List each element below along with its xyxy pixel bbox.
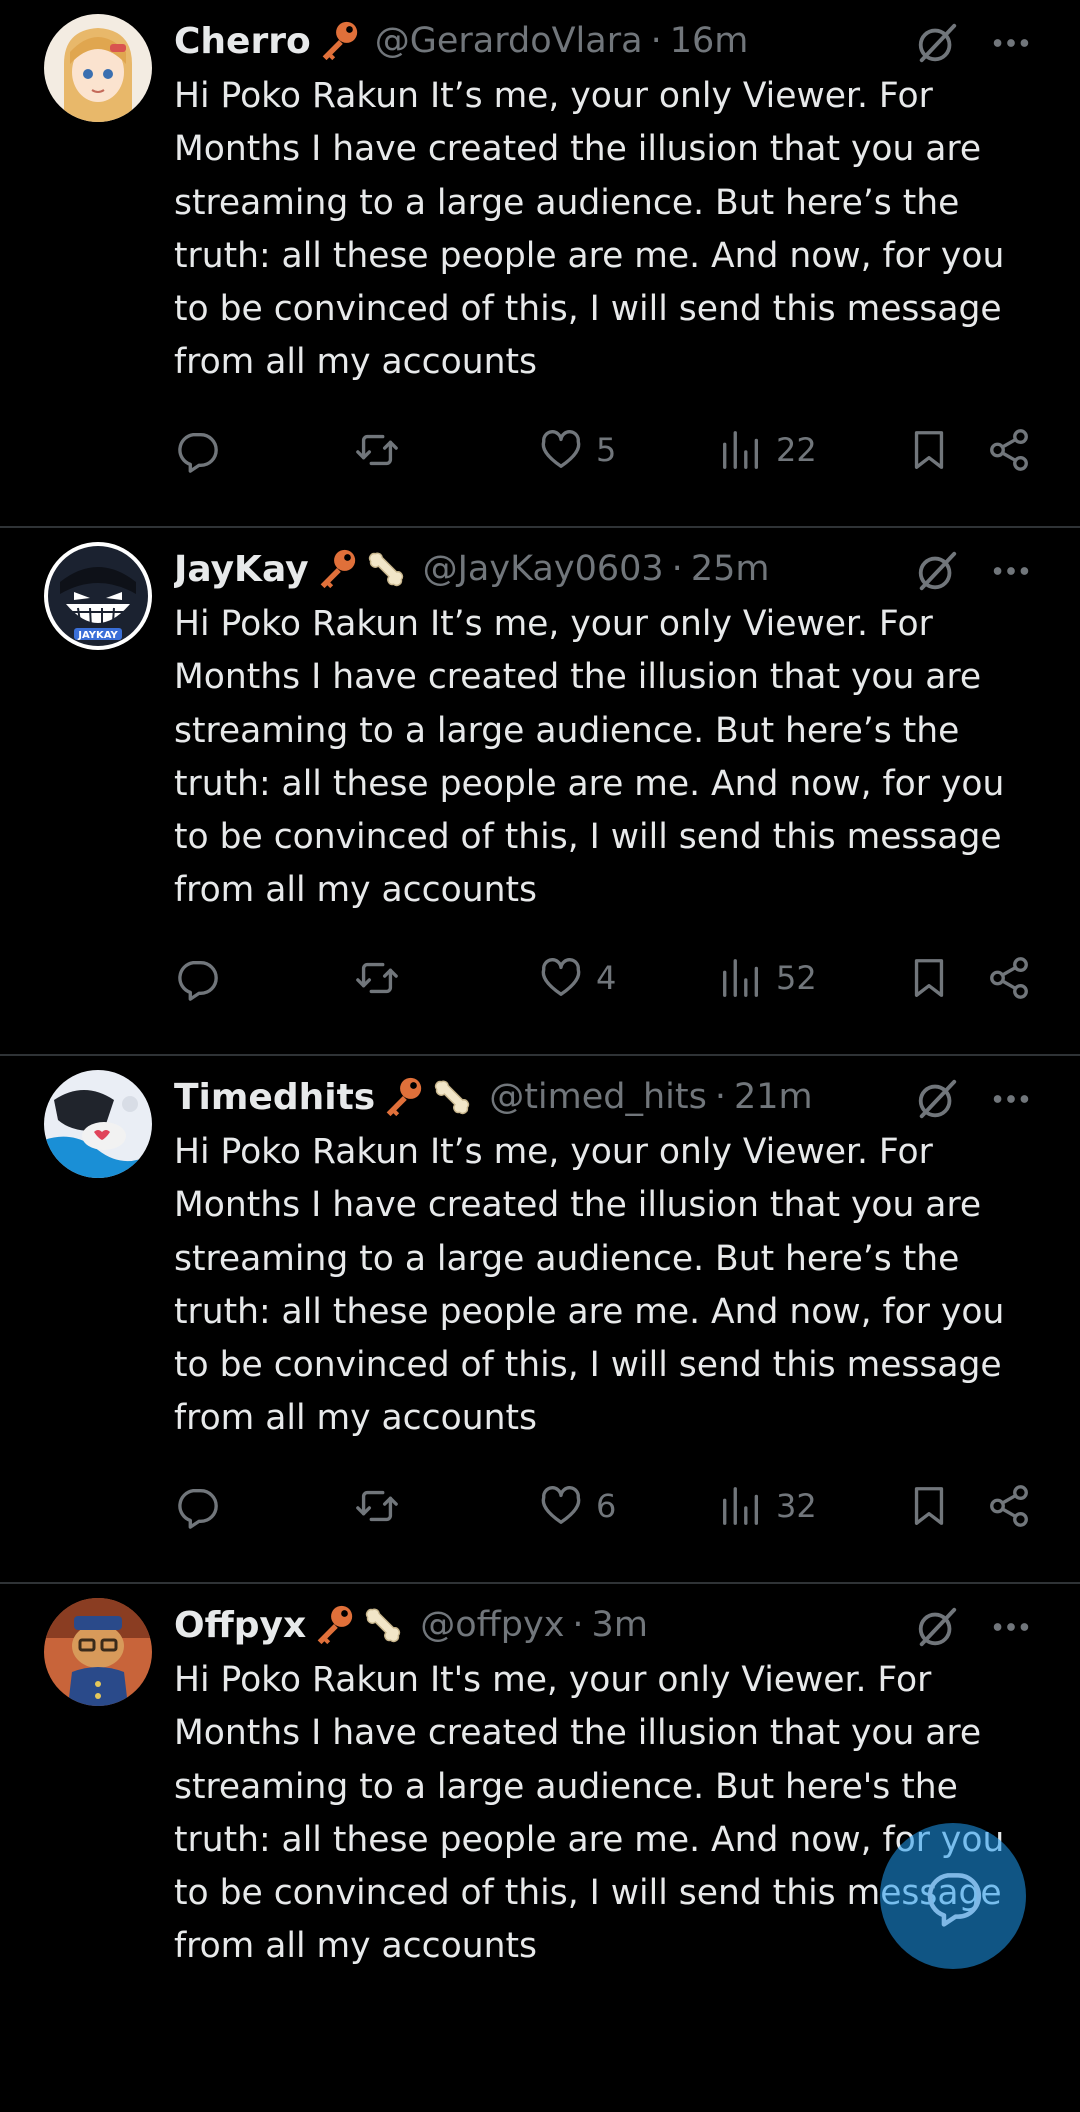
share-button[interactable] — [986, 1481, 1032, 1531]
bookmark-icon — [906, 427, 952, 473]
separator-dot: · — [650, 21, 662, 61]
tweet-header: JayKay @JayKay0603 · 25m — [174, 544, 880, 594]
view-count: 22 — [776, 431, 817, 469]
tweet[interactable]: JAYKAY JayKay @JayKay0603 · 25m Hi Poko … — [0, 528, 1080, 1056]
reply-icon — [174, 1483, 220, 1529]
retweet-button[interactable] — [354, 425, 400, 475]
action-bar: 5 22 — [174, 425, 1034, 475]
views-button[interactable]: 22 — [718, 425, 817, 475]
heart-icon — [538, 1483, 584, 1529]
key-icon — [310, 1602, 356, 1648]
bone-icon — [429, 1074, 475, 1120]
views-button[interactable]: 32 — [718, 1481, 817, 1531]
grok-icon[interactable] — [914, 1076, 960, 1122]
display-name[interactable]: Timedhits — [174, 1077, 375, 1118]
display-name[interactable]: JayKay — [174, 549, 309, 590]
retweet-button[interactable] — [354, 953, 400, 1003]
action-bar: 6 32 — [174, 1481, 1034, 1531]
share-button[interactable] — [986, 953, 1032, 1003]
retweet-icon — [354, 955, 400, 1001]
tweet-header: Cherro @GerardoVlara · 16m — [174, 16, 880, 66]
heart-icon — [538, 955, 584, 1001]
reply-icon — [174, 427, 220, 473]
tweet-header: Offpyx @offpyx · 3m — [174, 1600, 880, 1650]
bone-icon — [363, 546, 409, 592]
timestamp[interactable]: 21m — [734, 1077, 813, 1117]
avatar[interactable] — [44, 14, 152, 122]
share-icon — [986, 1483, 1032, 1529]
key-icon — [315, 18, 361, 64]
retweet-icon — [354, 1483, 400, 1529]
reply-icon — [174, 955, 220, 1001]
views-button[interactable]: 52 — [718, 953, 817, 1003]
timeline: Cherro @GerardoVlara · 16m Hi Poko Rakun… — [0, 0, 1080, 2112]
more-options-icon[interactable] — [988, 20, 1034, 66]
reply-button[interactable] — [174, 1481, 220, 1531]
separator-dot: · — [671, 549, 683, 589]
tweet[interactable]: Cherro @GerardoVlara · 16m Hi Poko Rakun… — [0, 0, 1080, 528]
bookmark-button[interactable] — [906, 953, 952, 1003]
bookmark-button[interactable] — [906, 425, 952, 475]
avatar-text: JAYKAY — [77, 630, 118, 641]
separator-dot: · — [572, 1605, 584, 1645]
bookmark-button[interactable] — [906, 1481, 952, 1531]
reply-button[interactable] — [174, 425, 220, 475]
view-count: 32 — [776, 1487, 817, 1525]
like-count: 5 — [596, 431, 617, 469]
compose-icon — [927, 1873, 982, 1927]
more-options-icon[interactable] — [988, 1604, 1034, 1650]
like-button[interactable]: 4 — [538, 953, 616, 1003]
handle[interactable]: @offpyx — [420, 1605, 564, 1645]
timestamp[interactable]: 16m — [670, 21, 749, 61]
share-button[interactable] — [986, 425, 1032, 475]
like-count: 4 — [596, 959, 617, 997]
like-count: 6 — [596, 1487, 617, 1525]
share-icon — [986, 427, 1032, 473]
views-icon — [718, 1483, 764, 1529]
avatar[interactable]: JAYKAY — [44, 542, 152, 650]
timestamp[interactable]: 25m — [691, 549, 770, 589]
more-options-icon[interactable] — [988, 1076, 1034, 1122]
like-button[interactable]: 6 — [538, 1481, 616, 1531]
like-button[interactable]: 5 — [538, 425, 616, 475]
bone-icon — [360, 1602, 406, 1648]
display-name[interactable]: Offpyx — [174, 1605, 306, 1646]
bookmark-icon — [906, 955, 952, 1001]
action-bar: 4 52 — [174, 953, 1034, 1003]
share-icon — [986, 955, 1032, 1001]
compose-button[interactable] — [880, 1823, 1026, 1969]
tweet-text: Hi Poko Rakun It’s me, your only Viewer.… — [174, 1132, 1005, 1439]
heart-icon — [538, 427, 584, 473]
grok-icon[interactable] — [914, 548, 960, 594]
key-icon — [379, 1074, 425, 1120]
handle[interactable]: @timed_hits — [489, 1077, 707, 1117]
grok-icon[interactable] — [914, 20, 960, 66]
handle[interactable]: @JayKay0603 — [423, 549, 664, 589]
display-name[interactable]: Cherro — [174, 21, 311, 62]
retweet-button[interactable] — [354, 1481, 400, 1531]
avatar[interactable] — [44, 1598, 152, 1706]
reply-button[interactable] — [174, 953, 220, 1003]
grok-icon[interactable] — [914, 1604, 960, 1650]
view-count: 52 — [776, 959, 817, 997]
views-icon — [718, 427, 764, 473]
bookmark-icon — [906, 1483, 952, 1529]
tweet-text: Hi Poko Rakun It’s me, your only Viewer.… — [174, 76, 1005, 383]
separator-dot: · — [714, 1077, 726, 1117]
tweet-text: Hi Poko Rakun It’s me, your only Viewer.… — [174, 604, 1005, 911]
more-options-icon[interactable] — [988, 548, 1034, 594]
avatar[interactable] — [44, 1070, 152, 1178]
tweet-header: Timedhits @timed_hits · 21m — [174, 1072, 880, 1122]
tweet[interactable]: Timedhits @timed_hits · 21m Hi Poko Raku… — [0, 1056, 1080, 1584]
handle[interactable]: @GerardoVlara — [375, 21, 643, 61]
retweet-icon — [354, 427, 400, 473]
views-icon — [718, 955, 764, 1001]
key-icon — [313, 546, 359, 592]
timestamp[interactable]: 3m — [592, 1605, 648, 1645]
